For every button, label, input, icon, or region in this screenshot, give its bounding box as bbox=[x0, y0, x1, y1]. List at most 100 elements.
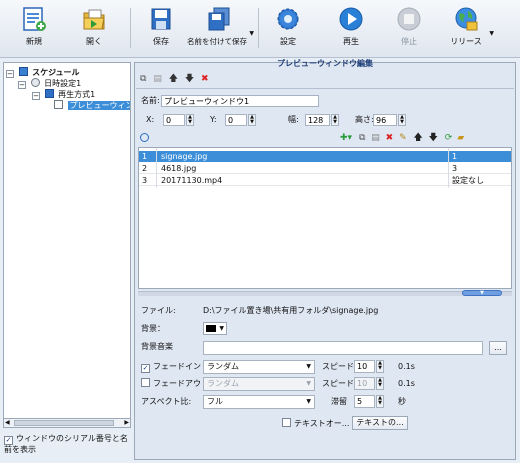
fadein-speed-stepper[interactable]: ▲ ▼ bbox=[376, 360, 384, 373]
settings-label: 設定 bbox=[280, 37, 296, 46]
text-option[interactable]: テキストオー... bbox=[282, 418, 349, 430]
collapse-icon[interactable]: − bbox=[18, 81, 26, 89]
collapse-icon[interactable]: − bbox=[32, 92, 40, 100]
move-down-icon[interactable]: 🡇 bbox=[185, 74, 194, 84]
collapse-icon[interactable]: − bbox=[6, 70, 14, 78]
y-field[interactable] bbox=[225, 114, 247, 126]
serial-option[interactable]: ✓ ウィンドウのシリアル番号と名前を表示 bbox=[4, 434, 130, 455]
row-value: 1 bbox=[452, 152, 458, 161]
tree-label-root: スケジュール bbox=[32, 68, 80, 77]
add-item-icon[interactable]: ✚▾ bbox=[340, 133, 352, 143]
fadein-checkbox[interactable]: ✓ bbox=[141, 364, 150, 373]
window-icon bbox=[54, 100, 63, 109]
fadein-option[interactable]: ✓ フェードイン bbox=[141, 361, 201, 373]
move-up-icon[interactable]: 🡅 bbox=[169, 74, 178, 84]
toolbar-separator bbox=[258, 8, 259, 48]
tree-node-schedule[interactable]: − 日時設定1 bbox=[18, 78, 81, 89]
fadeout-select[interactable]: ランダム ▼ bbox=[203, 377, 315, 391]
fadeout-option[interactable]: フェードアウト bbox=[141, 378, 209, 390]
tree-label-method: 再生方式1 bbox=[58, 90, 96, 99]
list-row[interactable]: 3 20171130.mp4 設定なし bbox=[139, 175, 511, 186]
paste-icon[interactable]: ▤ bbox=[371, 133, 380, 143]
refresh-icon[interactable]: ⟳ bbox=[445, 133, 453, 143]
tree-node-window[interactable]: プレビューウィンドウ1 bbox=[54, 100, 130, 111]
save-button[interactable]: 保存 bbox=[135, 6, 187, 52]
open-button[interactable]: 開く bbox=[68, 6, 120, 52]
x-stepper[interactable]: ▲ ▼ bbox=[186, 114, 194, 126]
list-row[interactable]: 1 signage.jpg 1 bbox=[139, 151, 511, 162]
chevron-down-icon: ▼ bbox=[219, 325, 224, 332]
scrollbar-thumb[interactable] bbox=[14, 420, 114, 426]
text-checkbox[interactable] bbox=[282, 418, 291, 427]
width-field[interactable] bbox=[305, 114, 330, 126]
tree-node-root[interactable]: − スケジュール bbox=[6, 67, 80, 78]
fadein-label: フェードイン bbox=[153, 362, 201, 371]
name-label: 名前: bbox=[141, 96, 160, 105]
save-as-button[interactable]: 名前を付けて保存 ▼ bbox=[187, 6, 254, 52]
splitter[interactable] bbox=[138, 291, 512, 296]
speed-unit: 0.1s bbox=[398, 379, 415, 388]
delete-icon[interactable]: ✖ bbox=[201, 74, 209, 84]
stop-button[interactable]: 停止 bbox=[383, 6, 435, 52]
row-value: 設定なし bbox=[452, 176, 484, 185]
settings-button[interactable]: 設定 bbox=[262, 6, 314, 52]
fadeout-checkbox[interactable] bbox=[141, 378, 150, 387]
scroll-left-icon[interactable]: ◀ bbox=[5, 419, 10, 427]
file-path: D:\ファイル置き場\共有用フォルダ\signage.jpg bbox=[203, 306, 379, 315]
stop-label: 停止 bbox=[401, 37, 417, 46]
timer-icon[interactable] bbox=[140, 133, 149, 146]
release-label: リリース bbox=[450, 37, 482, 46]
stay-stepper[interactable]: ▲ ▼ bbox=[376, 395, 384, 408]
name-field[interactable] bbox=[161, 95, 319, 107]
aspect-label: アスペクト比: bbox=[141, 397, 192, 406]
move-up-icon[interactable]: 🡅 bbox=[413, 133, 422, 143]
fadein-select[interactable]: ランダム ▼ bbox=[203, 360, 315, 374]
play-button[interactable]: 再生 bbox=[325, 6, 377, 52]
height-stepper[interactable]: ▲ ▼ bbox=[398, 114, 406, 126]
paste-icon[interactable]: ▤ bbox=[153, 74, 162, 84]
fadeout-speed-stepper[interactable]: ▲ ▼ bbox=[376, 377, 384, 390]
x-field[interactable] bbox=[163, 114, 185, 126]
copy-icon[interactable]: ⧉ bbox=[359, 133, 365, 143]
column-divider bbox=[448, 148, 449, 188]
chevron-down-icon[interactable]: ▼ bbox=[489, 30, 494, 37]
copy-icon[interactable]: ⧉ bbox=[140, 74, 146, 84]
aspect-value: フル bbox=[207, 397, 223, 406]
collapse-toggle[interactable]: ▼ bbox=[462, 290, 502, 296]
tree-label-window: プレビューウィンドウ1 bbox=[67, 101, 130, 110]
release-button[interactable]: リリース ▼ bbox=[440, 6, 494, 52]
y-stepper[interactable]: ▲ ▼ bbox=[248, 114, 256, 126]
aspect-select[interactable]: フル ▼ bbox=[203, 395, 315, 409]
new-button[interactable]: 新規 bbox=[8, 6, 60, 52]
edit-icon[interactable]: ✎ bbox=[399, 133, 407, 143]
speed-label: スピード: bbox=[322, 362, 357, 371]
fadein-speed-field[interactable] bbox=[354, 360, 375, 373]
bgm-field[interactable] bbox=[203, 341, 483, 355]
move-down-icon[interactable]: 🡇 bbox=[429, 133, 438, 143]
width-label: 幅: bbox=[288, 115, 299, 124]
background-color-picker[interactable]: ▼ bbox=[203, 322, 227, 335]
chevron-down-icon[interactable]: ▼ bbox=[249, 30, 254, 37]
tree-horizontal-scrollbar[interactable]: ◀ ▶ bbox=[3, 418, 131, 428]
scroll-right-icon[interactable]: ▶ bbox=[124, 419, 129, 427]
serial-checkbox[interactable]: ✓ bbox=[4, 436, 13, 445]
text-settings-button[interactable]: テキストの... bbox=[352, 416, 408, 430]
row-file: 20171130.mp4 bbox=[161, 176, 223, 185]
file-label: ファイル: bbox=[141, 306, 176, 315]
stop-icon bbox=[396, 6, 422, 32]
chevron-down-icon: ▼ bbox=[306, 398, 311, 405]
browse-button[interactable]: ... bbox=[489, 341, 507, 355]
list-row[interactable]: 2 4618.jpg 3 bbox=[139, 163, 511, 174]
open-folder-icon[interactable]: ▰ bbox=[457, 133, 464, 143]
width-stepper[interactable]: ▲ ▼ bbox=[331, 114, 339, 126]
stay-field[interactable] bbox=[354, 395, 375, 408]
x-label: X: bbox=[146, 115, 155, 124]
height-field[interactable] bbox=[373, 114, 397, 126]
delete-icon[interactable]: ✖ bbox=[386, 133, 394, 143]
fadeout-speed-field[interactable] bbox=[354, 377, 375, 390]
list-toolbar: ✚▾ ⧉ ▤ ✖ ✎ 🡅 🡇 ⟳ ▰ bbox=[340, 132, 464, 144]
speed-label: スピード: bbox=[322, 379, 357, 388]
tree-node-method[interactable]: − 再生方式1 bbox=[32, 89, 95, 100]
fadeout-value: ランダム bbox=[207, 379, 239, 388]
save-as-icon bbox=[206, 6, 232, 32]
